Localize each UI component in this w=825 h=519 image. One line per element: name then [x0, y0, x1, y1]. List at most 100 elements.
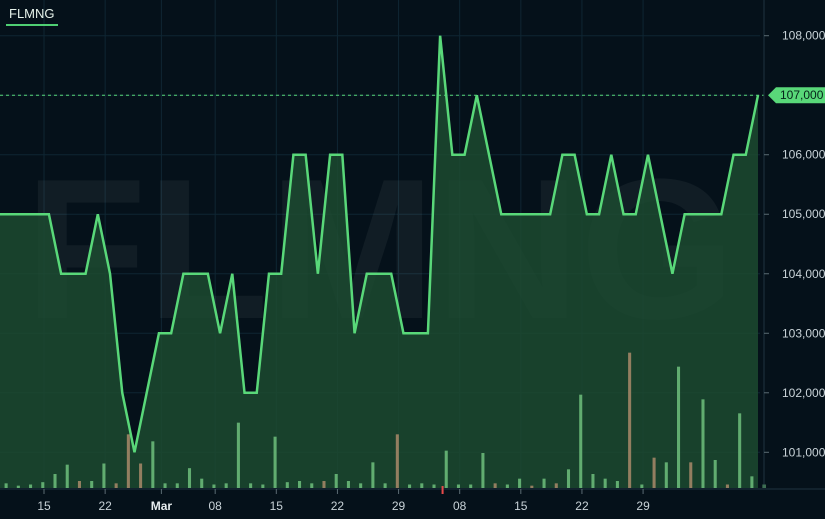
volume-bar[interactable] — [77, 481, 81, 488]
volume-bar[interactable] — [102, 463, 106, 489]
volume-bar[interactable] — [273, 436, 277, 488]
volume-bar[interactable] — [542, 478, 546, 488]
price-point[interactable] — [316, 272, 320, 276]
price-point[interactable] — [695, 212, 699, 216]
price-point[interactable] — [560, 153, 564, 157]
price-point[interactable] — [230, 272, 234, 276]
price-point[interactable] — [646, 153, 650, 157]
volume-bar[interactable] — [16, 485, 20, 488]
price-point[interactable] — [536, 212, 540, 216]
price-point[interactable] — [585, 212, 589, 216]
price-point[interactable] — [732, 153, 736, 157]
volume-bar[interactable] — [701, 399, 705, 488]
volume-bar[interactable] — [469, 484, 473, 489]
volume-bar[interactable] — [566, 469, 571, 488]
price-point[interactable] — [597, 212, 601, 216]
volume-bar[interactable] — [395, 434, 399, 488]
price-point[interactable] — [255, 391, 259, 395]
price-point[interactable] — [634, 212, 638, 216]
price-chart[interactable]: FLMNG 101,000 102,000 103,000 104,000 105,000… — [0, 0, 825, 519]
volume-bar[interactable] — [652, 457, 656, 488]
price-point[interactable] — [438, 34, 442, 38]
price-point[interactable] — [47, 212, 51, 216]
price-point[interactable] — [487, 153, 491, 157]
price-point[interactable] — [377, 272, 381, 276]
volume-bar[interactable] — [114, 483, 118, 488]
volume-bar[interactable] — [456, 484, 460, 489]
volume-bar[interactable] — [591, 474, 595, 488]
volume-bar[interactable] — [90, 481, 94, 488]
price-point[interactable] — [84, 272, 88, 276]
volume-bar[interactable] — [640, 484, 644, 489]
price-point[interactable] — [414, 331, 418, 335]
price-point[interactable] — [548, 212, 552, 216]
volume-bar[interactable] — [53, 474, 57, 488]
volume-bar[interactable] — [261, 484, 265, 489]
price-point[interactable] — [340, 153, 344, 157]
volume-bar[interactable] — [493, 483, 497, 488]
price-point[interactable] — [328, 153, 332, 157]
price-point[interactable] — [463, 153, 467, 157]
volume-bar[interactable] — [725, 484, 729, 489]
volume-bar[interactable] — [310, 483, 314, 488]
volume-bar[interactable] — [420, 483, 424, 488]
price-point[interactable] — [59, 272, 63, 276]
volume-bar[interactable] — [41, 482, 45, 488]
price-point[interactable] — [218, 331, 222, 335]
volume-bar[interactable] — [603, 478, 607, 488]
volume-bar[interactable] — [322, 481, 326, 488]
volume-bar[interactable] — [738, 413, 742, 488]
volume-bar[interactable] — [677, 366, 681, 488]
volume-bar[interactable] — [371, 462, 375, 488]
price-point[interactable] — [499, 212, 503, 216]
price-point[interactable] — [426, 331, 430, 335]
price-point[interactable] — [365, 272, 369, 276]
price-point[interactable] — [157, 331, 161, 335]
volume-bar[interactable] — [29, 484, 33, 489]
price-point[interactable] — [401, 331, 405, 335]
volume-bar[interactable] — [334, 474, 338, 488]
volume-bar[interactable] — [346, 481, 350, 488]
price-point[interactable] — [353, 331, 357, 335]
volume-bar[interactable] — [432, 484, 436, 489]
price-point[interactable] — [450, 153, 454, 157]
price-point[interactable] — [206, 272, 210, 276]
price-point[interactable] — [279, 272, 283, 276]
volume-bar[interactable] — [212, 484, 216, 489]
volume-bar[interactable] — [579, 394, 583, 488]
price-point[interactable] — [145, 391, 149, 395]
price-point[interactable] — [658, 212, 662, 216]
volume-bar[interactable] — [151, 441, 155, 488]
price-point[interactable] — [194, 272, 198, 276]
price-point[interactable] — [35, 212, 39, 216]
price-point[interactable] — [10, 212, 14, 216]
ticker-label[interactable]: FLMNG — [6, 6, 58, 26]
volume-bar[interactable] — [285, 482, 289, 488]
price-point[interactable] — [707, 212, 711, 216]
volume-bar[interactable] — [359, 483, 363, 488]
volume-bar[interactable] — [615, 481, 619, 488]
price-point[interactable] — [573, 153, 577, 157]
volume-bar[interactable] — [713, 460, 717, 488]
price-point[interactable] — [108, 272, 112, 276]
price-point[interactable] — [120, 391, 124, 395]
volume-bar[interactable] — [65, 464, 69, 488]
volume-bar[interactable] — [750, 476, 754, 488]
volume-bar[interactable] — [444, 450, 448, 488]
volume-bar[interactable] — [408, 484, 412, 489]
volume-bar[interactable] — [689, 462, 693, 488]
volume-bar[interactable] — [236, 422, 240, 488]
event-marker[interactable] — [441, 486, 444, 494]
price-point[interactable] — [683, 212, 687, 216]
price-point[interactable] — [96, 212, 100, 216]
volume-bar[interactable] — [298, 481, 302, 488]
volume-bar[interactable] — [628, 352, 632, 488]
price-point[interactable] — [267, 272, 271, 276]
volume-bar[interactable] — [554, 483, 558, 488]
price-point[interactable] — [609, 153, 613, 157]
price-point[interactable] — [719, 212, 723, 216]
price-point[interactable] — [670, 272, 674, 276]
volume-bar[interactable] — [383, 483, 387, 488]
price-point[interactable] — [744, 153, 748, 157]
volume-bar[interactable] — [224, 483, 228, 488]
